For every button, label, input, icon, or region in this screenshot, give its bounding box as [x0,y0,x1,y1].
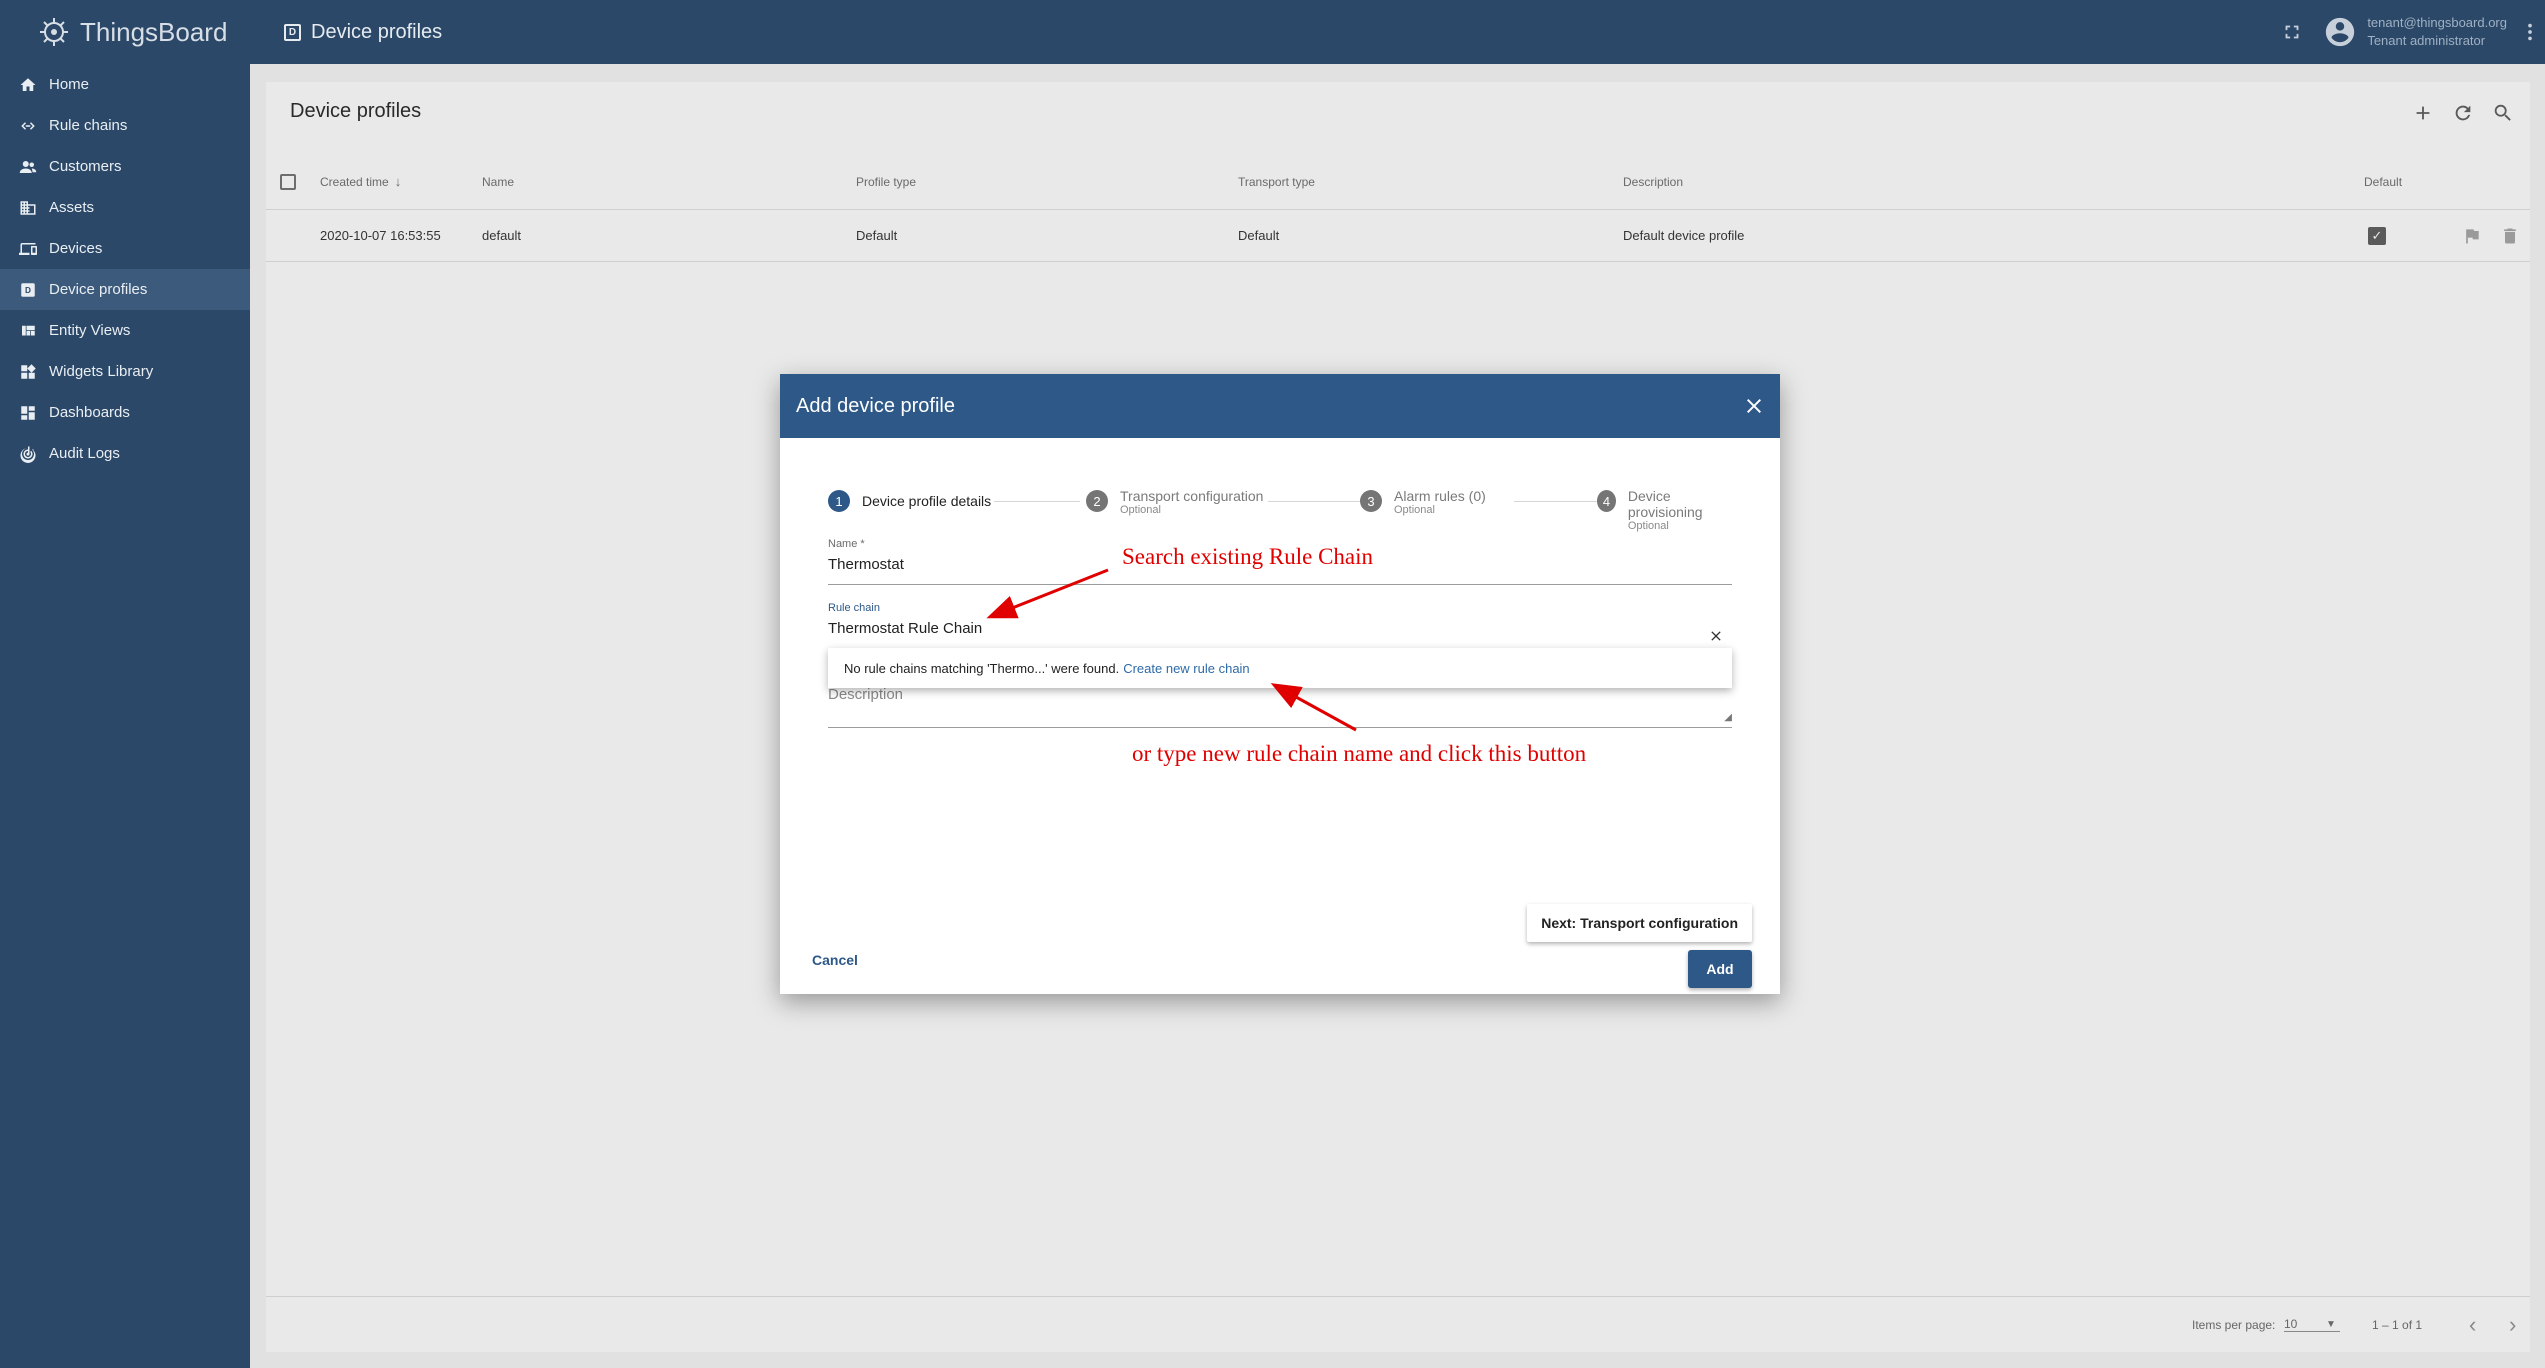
top-bar: D Device profiles tenant@thingsboard.org… [250,0,2545,64]
more-vert-icon[interactable] [2519,21,2541,43]
step-number: 1 [828,490,850,512]
people-icon [18,157,38,177]
sidebar-item-label: Devices [49,240,103,257]
resize-handle-icon[interactable]: ◢ [1724,712,1732,723]
widgets-icon [18,362,38,382]
step-label: Alarm rules (0) [1394,488,1486,504]
name-underline [828,584,1732,585]
devices-icon [18,239,38,259]
sidebar: ThingsBoard Home Rule chains Customers A… [0,0,250,1368]
app-logo[interactable]: ThingsBoard [0,0,250,64]
svg-text:D: D [25,286,31,295]
sidebar-item-devices[interactable]: Devices [0,228,250,269]
description-underline [828,727,1732,728]
step-sublabel: Optional [1627,520,1669,532]
view-quilt-icon [18,321,38,341]
step-number: 2 [1086,490,1108,512]
add-button[interactable]: Add [1688,950,1752,988]
thingsboard-logo-icon [40,18,68,46]
description-field[interactable]: Description ◢ [828,686,1732,728]
device-profile-icon: D [284,23,301,41]
no-match-text: No rule chains matching 'Thermo...' were… [844,660,1120,676]
breadcrumb: D Device profiles [284,21,442,44]
user-role: Tenant administrator [2367,33,2486,48]
add-device-profile-dialog: Add device profile 1 Device profile deta… [780,374,1780,994]
code-arrows-icon [18,116,38,136]
sidebar-item-label: Customers [49,158,122,175]
step-device-profile-details[interactable]: 1 Device profile details [828,488,991,512]
sidebar-item-label: Rule chains [49,117,128,134]
step-connector [1268,501,1362,502]
create-new-rule-chain-link[interactable]: Create new rule chain [1123,661,1249,676]
dashboard-icon [18,403,38,423]
close-icon[interactable] [1742,394,1766,418]
sidebar-item-label: Dashboards [49,404,130,421]
step-label: Device profile details [862,493,992,509]
sidebar-item-label: Home [49,76,90,93]
step-label: Transport configuration [1120,488,1264,504]
user-menu[interactable]: tenant@thingsboard.org Tenant administra… [2323,14,2507,50]
step-device-provisioning[interactable]: 4 Device provisioning Optional [1597,488,1732,532]
track-changes-icon [18,444,38,464]
step-sublabel: Optional [1120,504,1161,516]
rule-chain-label: Rule chain [828,602,880,614]
rule-chain-field[interactable]: Rule chain Thermostat Rule Chain [828,602,1732,650]
annotation-create-rule-chain: or type new rule chain name and click th… [1132,741,1587,766]
sidebar-item-customers[interactable]: Customers [0,146,250,187]
sidebar-item-label: Assets [49,199,95,216]
app-logo-text: ThingsBoard [80,16,228,47]
description-textarea[interactable]: Description [828,686,1732,703]
sidebar-item-label: Widgets Library [49,363,154,380]
rule-chain-autocomplete-panel: No rule chains matching 'Thermo...' were… [828,648,1732,688]
sidebar-item-label: Device profiles [49,281,148,298]
step-transport-configuration[interactable]: 2 Transport configuration Optional [1086,488,1263,516]
sidebar-item-home[interactable]: Home [0,64,250,105]
domain-icon [18,198,38,218]
sidebar-item-widgets-library[interactable]: Widgets Library [0,351,250,392]
sidebar-item-audit-logs[interactable]: Audit Logs [0,433,250,474]
fullscreen-icon[interactable] [2281,21,2303,43]
sidebar-item-device-profiles[interactable]: D Device profiles [0,269,250,310]
sidebar-item-assets[interactable]: Assets [0,187,250,228]
step-number: 4 [1597,490,1616,512]
sidebar-item-label: Audit Logs [49,445,120,462]
cancel-button[interactable]: Cancel [812,952,858,968]
annotation-search-rule-chain: Search existing Rule Chain [1122,544,1374,569]
user-email: tenant@thingsboard.org [2367,15,2507,30]
clear-icon[interactable] [1708,628,1724,644]
home-icon [18,75,38,95]
sidebar-item-entity-views[interactable]: Entity Views [0,310,250,351]
step-label: Device provisioning [1627,488,1703,520]
step-connector [1514,501,1602,502]
step-number: 3 [1360,490,1382,512]
device-profile-icon: D [18,280,38,300]
page-title: Device profiles [311,20,443,43]
sidebar-item-rule-chains[interactable]: Rule chains [0,105,250,146]
dialog-header: Add device profile [780,374,1780,438]
step-connector [994,501,1080,502]
rule-chain-input[interactable]: Thermostat Rule Chain [828,620,1732,640]
account-circle-icon [2323,15,2357,49]
sidebar-item-label: Entity Views [49,322,131,339]
stepper: 1 Device profile details 2 Transport con… [828,488,1732,532]
next-transport-configuration-button[interactable]: Next: Transport configuration [1527,904,1752,942]
dialog-title: Add device profile [796,394,955,417]
step-alarm-rules[interactable]: 3 Alarm rules (0) Optional [1360,488,1486,516]
step-sublabel: Optional [1394,504,1435,516]
sidebar-item-dashboards[interactable]: Dashboards [0,392,250,433]
